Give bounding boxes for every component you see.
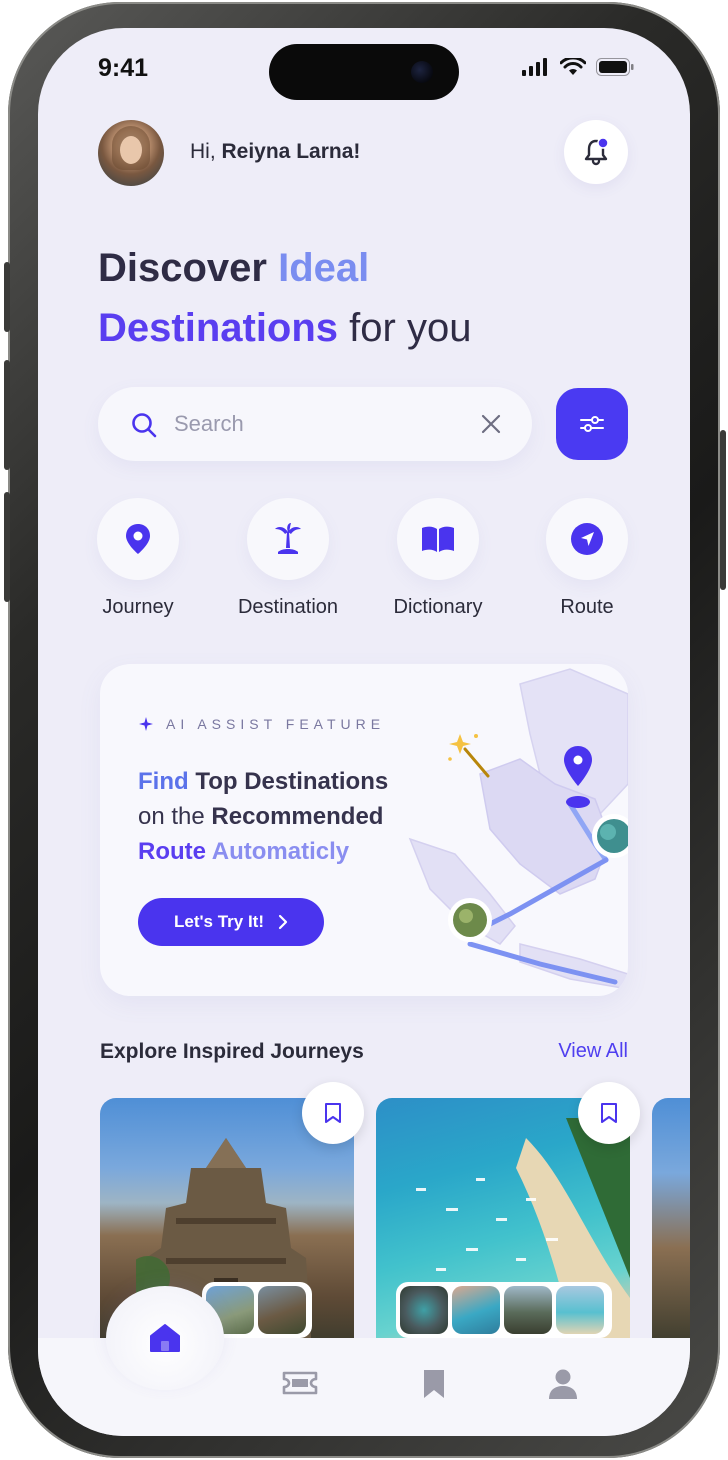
power-button — [720, 430, 726, 590]
profile-icon[interactable] — [548, 1368, 578, 1400]
clear-icon[interactable] — [480, 413, 502, 435]
palm-tree-icon — [275, 523, 301, 554]
status-time: 9:41 — [98, 54, 149, 82]
location-pin-icon — [126, 524, 150, 554]
category-journey[interactable]: Journey — [78, 498, 198, 619]
user-name: Reiyna Larna! — [221, 140, 361, 163]
view-all-link[interactable]: View All — [558, 1040, 628, 1063]
wifi-icon — [560, 58, 586, 75]
category-label: Route — [560, 596, 614, 618]
category-dictionary[interactable]: Dictionary — [378, 498, 498, 619]
ai-card-title: Find Top Destinations on the Recommended… — [138, 768, 389, 865]
section-title: Explore Inspired Journeys — [100, 1040, 364, 1063]
greeting: Hi, Reiyna Larna! — [190, 140, 361, 163]
thumbnail-image[interactable] — [556, 1286, 604, 1334]
navigation-arrow-icon — [571, 523, 603, 555]
bookmark-icon — [601, 1103, 617, 1123]
ai-assist-card: AI ASSIST FEATURE Find Top Destinations … — [100, 664, 628, 996]
bookmark-icon[interactable] — [422, 1368, 446, 1400]
filter-sliders-icon — [580, 416, 604, 432]
search-bar — [98, 387, 532, 461]
camera-icon — [411, 61, 433, 83]
category-destination[interactable]: Destination — [228, 498, 348, 619]
route-map-illustration — [408, 668, 628, 990]
page-headline: Discover Ideal Destinations for you — [98, 246, 472, 350]
thumbnail-image[interactable] — [258, 1286, 306, 1334]
category-label: Destination — [237, 596, 339, 618]
bell-icon — [584, 137, 609, 166]
home-icon — [150, 1324, 180, 1352]
volume-down-button — [4, 492, 10, 602]
ticket-icon[interactable] — [282, 1368, 318, 1398]
journey-card[interactable] — [652, 1098, 690, 1348]
try-it-button[interactable]: Let's Try It! — [138, 898, 324, 946]
filter-button[interactable] — [556, 388, 628, 460]
status-icons — [522, 58, 634, 76]
thumbnail-image[interactable] — [452, 1286, 500, 1334]
bookmark-icon — [325, 1103, 341, 1123]
volume-up-button — [4, 360, 10, 470]
search-input[interactable] — [174, 405, 454, 443]
chevron-right-icon — [278, 914, 288, 930]
category-label: Journey — [102, 596, 174, 618]
sparkle-icon — [139, 717, 153, 731]
dynamic-island — [269, 44, 459, 100]
signal-icon — [522, 58, 547, 76]
search-icon[interactable] — [130, 411, 158, 439]
app-screen: 9:41 Hi, Reiyna Larna! Discover Ideal De… — [38, 28, 690, 1436]
bookmark-button[interactable] — [302, 1082, 364, 1144]
category-route[interactable]: Route — [527, 498, 647, 619]
bookmark-button[interactable] — [578, 1082, 640, 1144]
book-icon — [422, 526, 454, 552]
notification-button[interactable] — [564, 120, 628, 184]
category-label: Dictionary — [393, 596, 483, 618]
battery-icon — [596, 58, 634, 76]
avatar[interactable] — [98, 120, 164, 186]
action-button — [4, 262, 10, 332]
tab-home[interactable] — [106, 1286, 224, 1390]
thumbnail-strip — [396, 1282, 612, 1338]
ai-tag: AI ASSIST FEATURE — [138, 716, 385, 732]
thumbnail-image[interactable] — [504, 1286, 552, 1334]
thumbnail-image[interactable] — [400, 1286, 448, 1334]
